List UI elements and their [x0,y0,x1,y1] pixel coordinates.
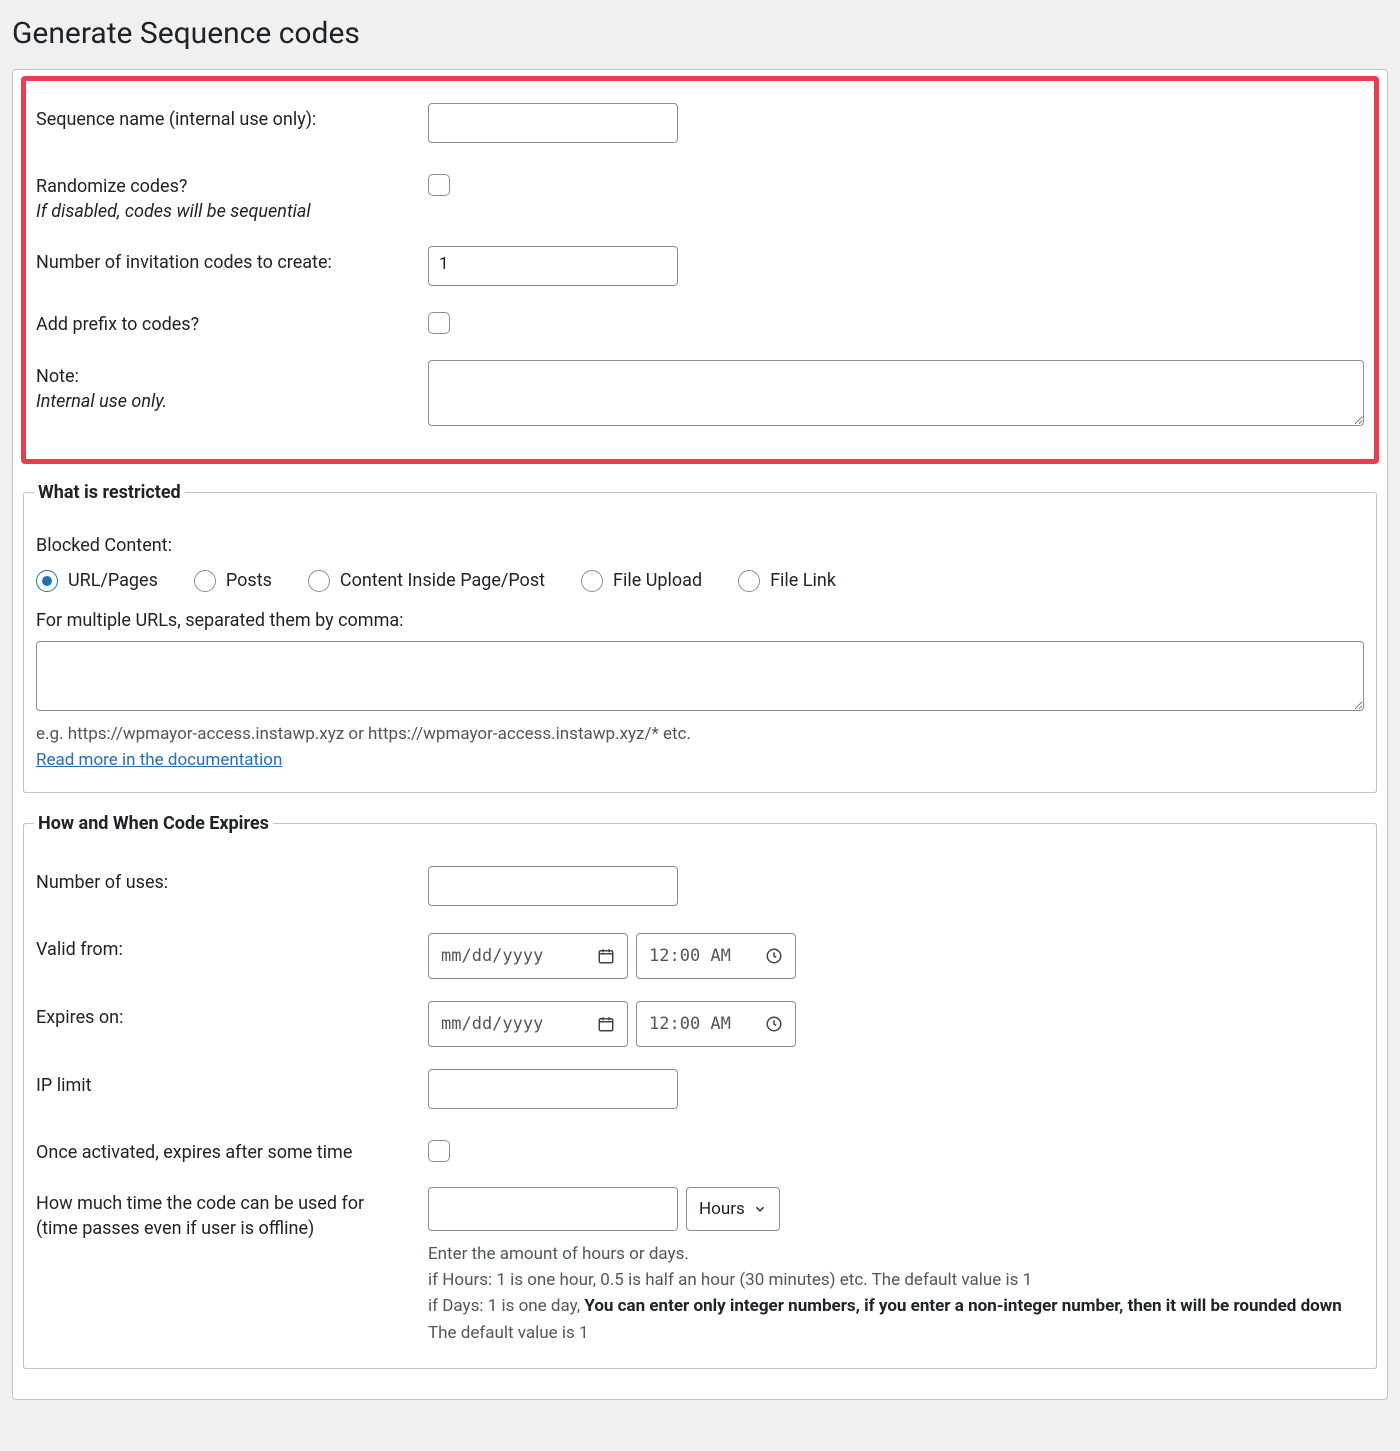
expires-on-date-placeholder: mm/dd/yyyy [441,1014,543,1034]
radio-url-pages-label: URL/Pages [68,570,158,591]
radio-icon [36,570,58,592]
clock-icon [765,1015,783,1033]
prefix-checkbox[interactable] [428,312,450,334]
radio-icon [194,570,216,592]
documentation-link[interactable]: Read more in the documentation [36,750,282,770]
note-label: Note: Internal use only. [36,360,416,414]
uses-label: Number of uses: [36,866,416,895]
valid-from-label: Valid from: [36,933,416,962]
randomize-hint: If disabled, codes will be sequential [36,199,416,224]
expires-legend: How and When Code Expires [34,813,273,834]
blocked-content-label: Blocked Content: [36,535,1364,556]
clock-icon [765,947,783,965]
once-activated-checkbox[interactable] [428,1140,450,1162]
valid-from-time-input[interactable]: 12:00 AM [636,933,796,979]
prefix-label: Add prefix to codes? [36,308,416,337]
radio-icon [581,570,603,592]
duration-desc-3a: if Days: 1 is one day, [428,1296,584,1316]
duration-desc-2: if Hours: 1 is one hour, 0.5 is half an … [428,1267,1364,1293]
randomize-label-text: Randomize codes? [36,176,187,197]
count-label: Number of invitation codes to create: [36,246,416,275]
radio-url-pages[interactable]: URL/Pages [36,570,158,592]
sequence-name-input[interactable] [428,103,678,143]
note-textarea[interactable] [428,360,1364,426]
expires-on-date-input[interactable]: mm/dd/yyyy [428,1001,628,1047]
radio-file-link[interactable]: File Link [738,570,836,592]
radio-icon [738,570,760,592]
uses-input[interactable] [428,866,678,906]
radio-file-upload[interactable]: File Upload [581,570,702,592]
expires-on-time-input[interactable]: 12:00 AM [636,1001,796,1047]
ip-limit-input[interactable] [428,1069,678,1109]
valid-from-date-input[interactable]: mm/dd/yyyy [428,933,628,979]
main-panel: Sequence name (internal use only): Rando… [12,69,1388,1400]
duration-description: Enter the amount of hours or days. if Ho… [428,1241,1364,1346]
duration-desc-3: if Days: 1 is one day, You can enter onl… [428,1293,1364,1346]
once-activated-label: Once activated, expires after some time [36,1136,416,1165]
expires-on-time-placeholder: 12:00 AM [649,1014,731,1034]
duration-desc-3b: You can enter only integer numbers, if y… [584,1296,1341,1316]
duration-label: How much time the code can be used for (… [36,1187,416,1241]
urls-hint: e.g. https://wpmayor-access.instawp.xyz … [36,724,1364,744]
radio-content-inside-label: Content Inside Page/Post [340,570,545,591]
duration-label-line1: How much time the code can be used for [36,1193,364,1214]
radio-file-link-label: File Link [770,570,836,591]
chevron-down-icon [751,1202,769,1216]
expires-on-label: Expires on: [36,1001,416,1030]
duration-desc-3c: The default value is 1 [428,1323,589,1343]
radio-posts[interactable]: Posts [194,570,272,592]
randomize-label: Randomize codes? If disabled, codes will… [36,170,416,224]
urls-textarea[interactable] [36,641,1364,711]
duration-desc-1: Enter the amount of hours or days. [428,1241,1364,1267]
page-title: Generate Sequence codes [12,16,1388,51]
duration-unit-select[interactable]: Hours [686,1187,780,1231]
valid-from-time-placeholder: 12:00 AM [649,946,731,966]
radio-content-inside[interactable]: Content Inside Page/Post [308,570,545,592]
sequence-settings-box: Sequence name (internal use only): Rando… [21,76,1379,464]
duration-label-line2: (time passes even if user is offline) [36,1218,314,1239]
duration-unit-label: Hours [699,1199,745,1219]
duration-input[interactable] [428,1187,678,1231]
urls-label: For multiple URLs, separated them by com… [36,610,1364,631]
count-input[interactable]: 1 [428,246,678,286]
ip-limit-label: IP limit [36,1069,416,1098]
radio-posts-label: Posts [226,570,272,591]
note-hint: Internal use only. [36,389,416,414]
blocked-content-radios: URL/Pages Posts Content Inside Page/Post… [36,570,1364,592]
sequence-name-label: Sequence name (internal use only): [36,103,416,132]
calendar-icon [597,1015,615,1033]
radio-file-upload-label: File Upload [613,570,702,591]
calendar-icon [597,947,615,965]
note-label-text: Note: [36,366,79,387]
restricted-legend: What is restricted [34,482,185,503]
expires-fieldset: How and When Code Expires Number of uses… [23,813,1377,1370]
radio-icon [308,570,330,592]
valid-from-date-placeholder: mm/dd/yyyy [441,946,543,966]
randomize-checkbox[interactable] [428,174,450,196]
restricted-fieldset: What is restricted Blocked Content: URL/… [23,482,1377,793]
